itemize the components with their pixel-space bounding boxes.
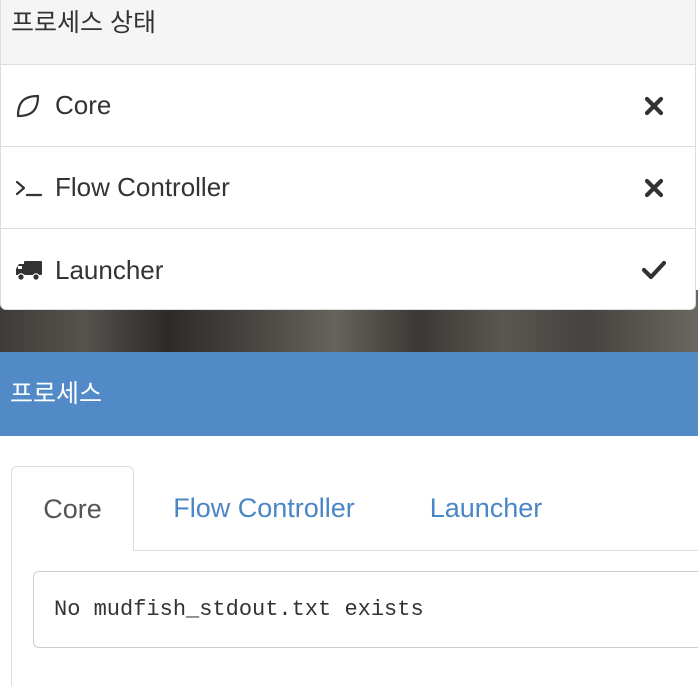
- status-row-label: Flow Controller: [55, 172, 230, 202]
- log-output: No mudfish_stdout.txt exists: [33, 571, 698, 648]
- process-status-title: 프로세스 상태: [1, 0, 695, 65]
- status-row-launcher: Launcher: [1, 229, 695, 309]
- tab-launcher[interactable]: Launcher: [416, 466, 556, 550]
- process-panel-title: 프로세스: [0, 352, 698, 436]
- checkmark-icon: [641, 257, 667, 283]
- truck-icon: [15, 256, 43, 284]
- tab-flow-controller[interactable]: Flow Controller: [159, 466, 369, 550]
- process-panel-body: Core Flow Controller Launcher No mudfish…: [0, 436, 698, 686]
- leaf-icon: [15, 92, 43, 120]
- status-row-flow-controller: Flow Controller: [1, 147, 695, 229]
- x-mark-icon: [641, 175, 667, 201]
- status-row-core: Core: [1, 65, 695, 147]
- process-status-panel: 프로세스 상태 Core Flow Controller Launcher: [0, 0, 696, 310]
- process-tabs: Core Flow Controller Launcher: [11, 466, 698, 551]
- tab-pane-core: No mudfish_stdout.txt exists: [11, 550, 698, 686]
- status-row-label: Launcher: [55, 254, 164, 285]
- status-row-label: Core: [55, 90, 112, 120]
- terminal-icon: [15, 174, 43, 202]
- tab-core[interactable]: Core: [11, 466, 134, 551]
- x-mark-icon: [641, 93, 667, 119]
